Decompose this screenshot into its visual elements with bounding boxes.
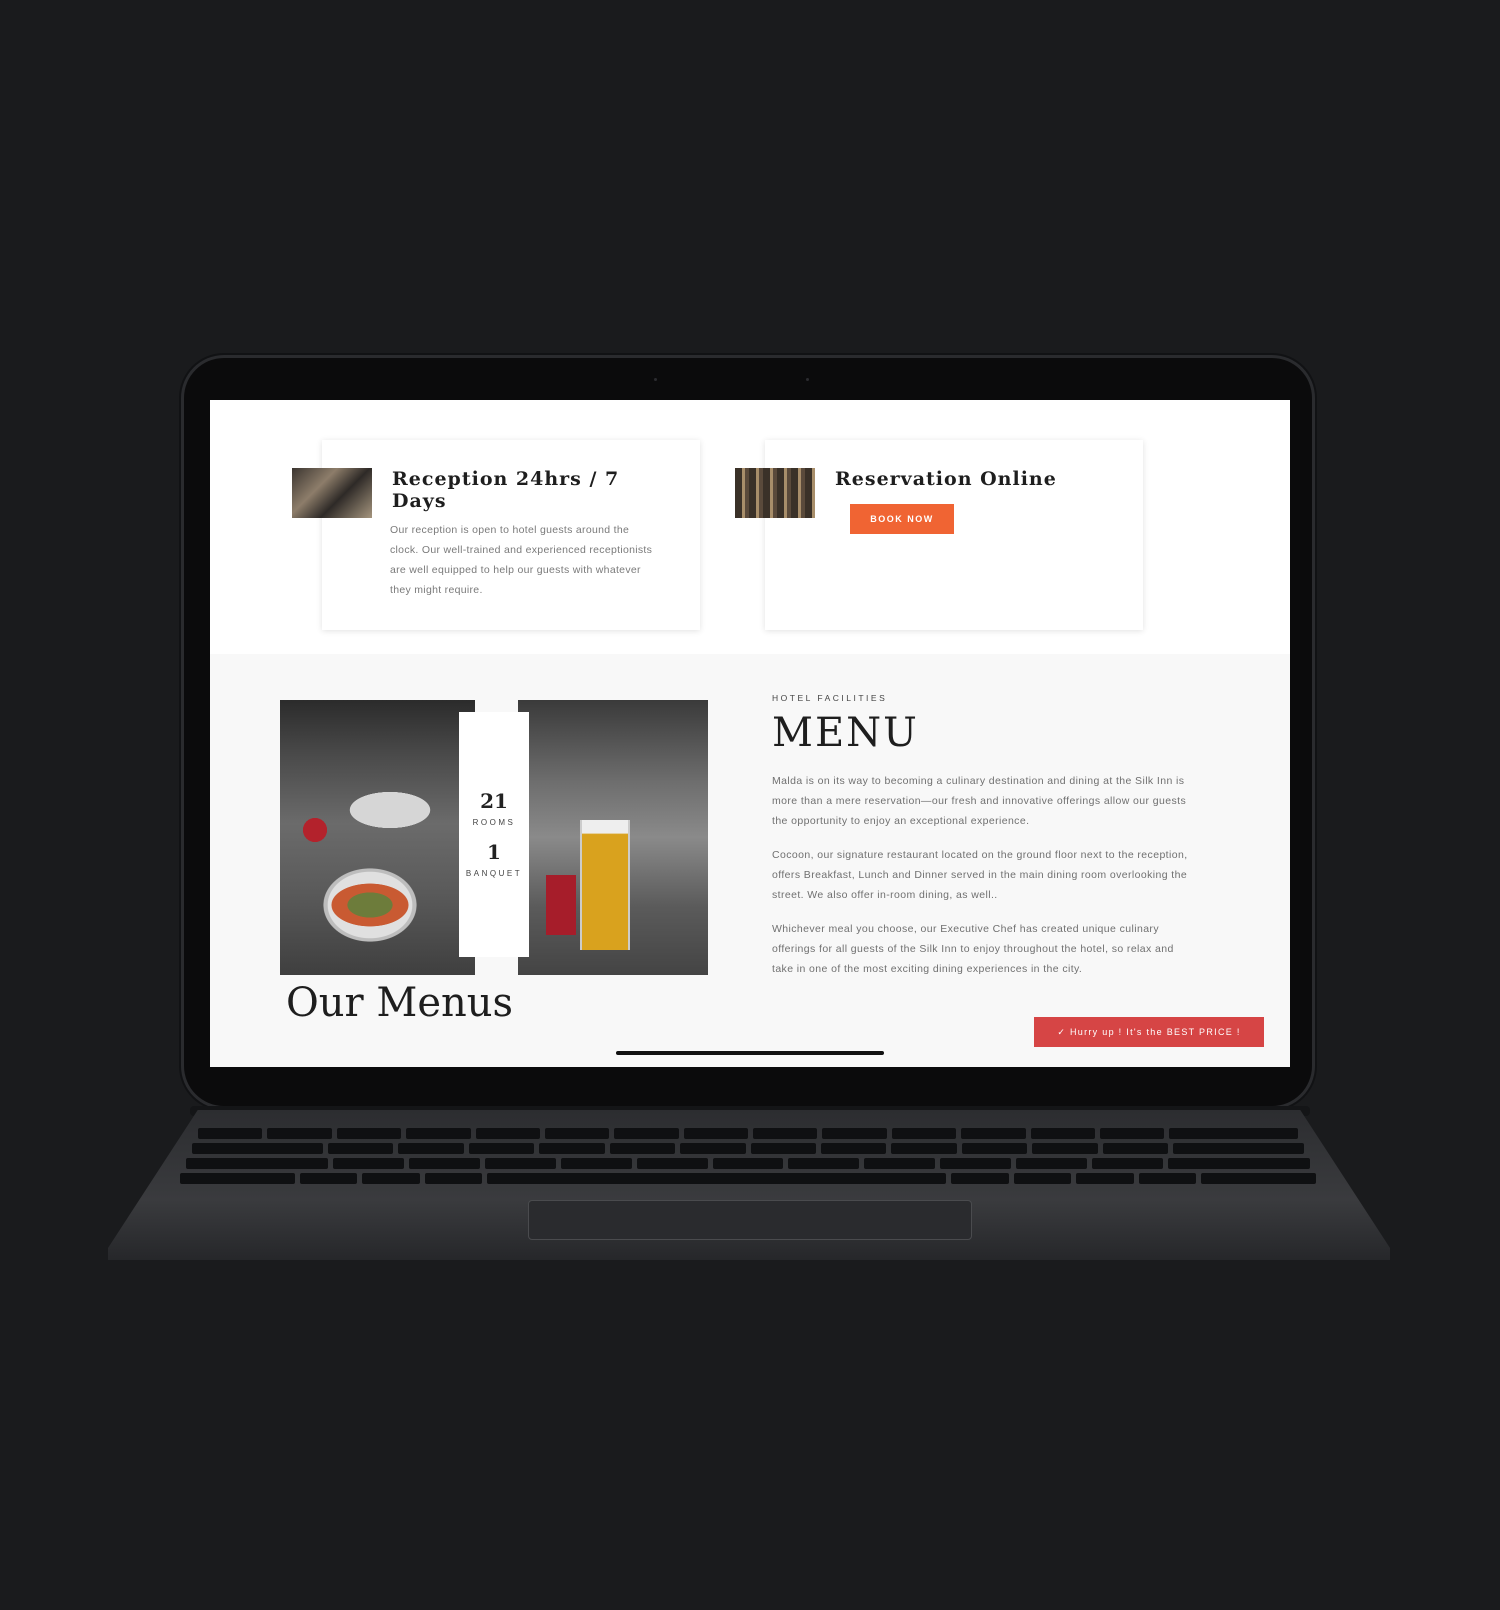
rooms-label: ROOMS [472,818,516,827]
key-row [180,1173,1317,1184]
website-screen: Reception 24hrs / 7 Days Our reception i… [210,400,1290,1067]
trackpad [528,1200,972,1240]
key-row [186,1158,1311,1169]
red-drink [546,875,576,935]
info-cards-section: Reception 24hrs / 7 Days Our reception i… [210,400,1290,654]
facilities-paragraph: Malda is on its way to becoming a culina… [772,775,1187,827]
our-menus-heading: Our Menus [286,980,514,1026]
home-indicator [616,1051,884,1055]
salad-plate [325,880,415,930]
banquet-label: BANQUET [465,869,523,878]
food-photo [280,700,475,975]
key-row [198,1128,1298,1139]
stats-panel: 21 ROOMS 1 BANQUET [459,712,529,957]
menu-heading: MENU [772,710,919,756]
book-now-button[interactable]: BOOK NOW [850,504,954,534]
best-price-button[interactable]: ✓ Hurry up ! It's the BEST PRICE ! [1034,1017,1264,1047]
facilities-paragraph: Cocoon, our signature restaurant located… [772,849,1188,901]
reservation-title: Reservation Online [835,468,1057,490]
reception-title: Reception 24hrs / 7 Days [392,468,620,512]
rooms-count: 21 [480,789,508,813]
section-eyebrow: HOTEL FACILITIES [772,693,888,703]
reception-thumbnail [292,468,372,518]
facilities-paragraph: Whichever meal you choose, our Executive… [772,923,1174,975]
camera-dot [654,378,657,381]
camera-dot [806,378,809,381]
banquet-count: 1 [487,840,501,864]
key-row [192,1143,1304,1154]
drinks-photo [518,700,708,975]
reception-text: Our reception is open to hotel guests ar… [390,524,653,596]
device-mockup: Reception 24hrs / 7 Days Our reception i… [0,0,1500,1610]
juice-glass [580,820,630,950]
reservation-thumbnail [735,468,815,518]
